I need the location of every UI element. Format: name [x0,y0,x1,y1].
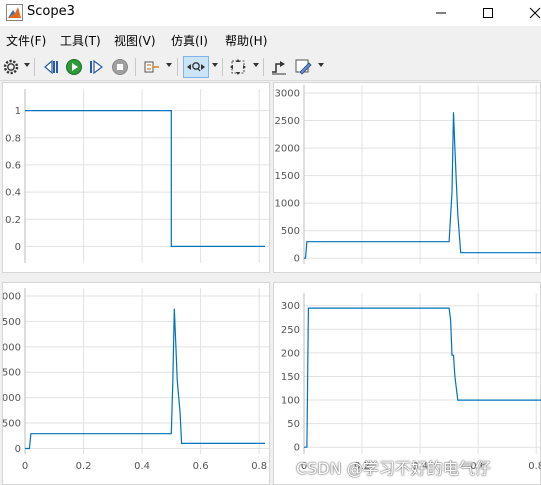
y-tick-label: 0.4 [5,188,21,199]
y-tick-label: 150 [281,372,300,383]
run-icon [66,59,82,75]
stop-icon [112,59,128,75]
plot-area: 0 0.2 0.4 0.6 0.8 1 0 500 1000 1500 2000 2500 3000 … [0,82,541,485]
signal-select-button[interactable] [141,56,163,78]
gear-icon [3,59,19,75]
y-tick-label: 2500 [3,317,21,328]
axes-top-left[interactable]: 0 0.2 0.4 0.6 0.8 1 [2,82,271,273]
signal-line [25,110,265,247]
toolbar-separator [34,58,35,76]
menu-simulation[interactable]: 仿真(I) [171,32,208,49]
stop-button[interactable] [109,56,131,78]
maximize-icon [483,8,493,18]
x-tick-label: 0 [22,461,28,472]
x-tick-label: 0.2 [76,461,92,472]
y-tick-label: 0.6 [5,160,21,171]
window-title: Scope3 [27,4,75,19]
chart-top-right: 0 500 1000 1500 2000 2500 3000 [275,85,541,265]
toolbar [0,53,541,81]
zoom-time-icon [187,62,205,72]
settings-dropdown-arrow[interactable] [24,63,30,67]
menu-bar: 文件(F) 工具(T) 视图(V) 仿真(I) 帮助(H) [0,29,541,50]
x-tick-label: 0.4 [134,461,150,472]
fit-to-view-button[interactable] [227,56,249,78]
y-tick-label: 100 [281,396,300,407]
signal-select-icon [144,61,159,73]
watermark: CSDN @学习不好的电气仔 [296,459,491,478]
title-bar: Scope3 [0,0,541,26]
y-tick-label: 1 [15,106,21,117]
chart-top-left: 0 0.2 0.4 0.6 0.8 1 [5,89,271,263]
fit-to-view-icon [230,59,246,75]
axes-bottom-left[interactable]: 0 0.2 0.4 0.6 0.8 0 500 1000 1500 2000 2500 3000 [0,282,271,485]
run-button[interactable] [63,56,85,78]
y-tick-label: 2000 [3,342,21,353]
toolbar-separator [177,58,178,76]
x-tick-label: 0.6 [193,461,209,472]
menu-tools[interactable]: 工具(T) [60,32,101,49]
minimize-icon [436,12,446,14]
step-forward-button[interactable] [86,56,108,78]
menu-file[interactable]: 文件(F) [6,32,46,49]
y-tick-label: 1000 [275,199,300,210]
y-tick-label: 0 [294,443,300,454]
toolbar-separator [135,58,136,76]
zoom-time-button[interactable] [183,56,209,78]
signal-dropdown-arrow[interactable] [166,63,172,67]
y-tick-label: 0 [294,254,300,265]
signal-line [304,112,541,259]
step-back-icon [44,59,58,75]
y-tick-label: 500 [281,226,300,237]
y-tick-label: 200 [281,348,300,359]
triggers-button[interactable] [268,56,290,78]
scope-window: Scope3 文件(F) 工具(T) 视图(V) 仿真(I) 帮助(H) 0 0… [0,0,541,485]
zoom-dropdown-arrow[interactable] [212,63,218,67]
y-tick-label: 300 [281,301,300,312]
chart-bottom-left: 0 0.2 0.4 0.6 0.8 0 500 1000 1500 2000 2500 3000 [0,288,271,472]
y-tick-label: 1000 [3,393,21,404]
signal-line [25,308,265,450]
y-tick-label: 0 [15,242,21,253]
style-dropdown-arrow[interactable] [318,63,324,67]
close-button[interactable] [512,0,541,26]
x-tick-label: 0.8 [528,461,541,472]
matlab-icon [6,4,23,21]
y-tick-label: 0 [15,444,21,455]
menu-view[interactable]: 视图(V) [114,32,156,49]
style-button[interactable] [292,56,314,78]
y-tick-label: 0.2 [5,215,21,226]
step-forward-icon [90,59,103,75]
triggers-icon [272,61,286,75]
minimize-button[interactable] [418,0,464,26]
y-tick-label: 3000 [275,89,300,100]
y-tick-label: 0.8 [5,133,21,144]
y-tick-label: 2500 [275,116,300,127]
axes-top-right[interactable]: 0 500 1000 1500 2000 2500 3000 [273,82,541,273]
toolbar-separator [222,58,223,76]
y-tick-label: 500 [3,419,21,430]
y-tick-label: 3000 [3,292,21,303]
step-back-button[interactable] [40,56,62,78]
y-tick-label: 1500 [3,368,21,379]
menu-help[interactable]: 帮助(H) [225,32,267,49]
maximize-button[interactable] [465,0,511,26]
fit-dropdown-arrow[interactable] [253,63,259,67]
y-tick-label: 250 [281,325,300,336]
toolbar-separator [263,58,264,76]
y-tick-label: 1500 [275,171,300,182]
settings-button[interactable] [0,56,22,78]
y-tick-label: 50 [287,419,300,430]
style-icon [295,59,312,75]
close-icon [529,7,541,19]
y-tick-label: 2000 [275,144,300,155]
x-tick-label: 0.8 [251,461,267,472]
